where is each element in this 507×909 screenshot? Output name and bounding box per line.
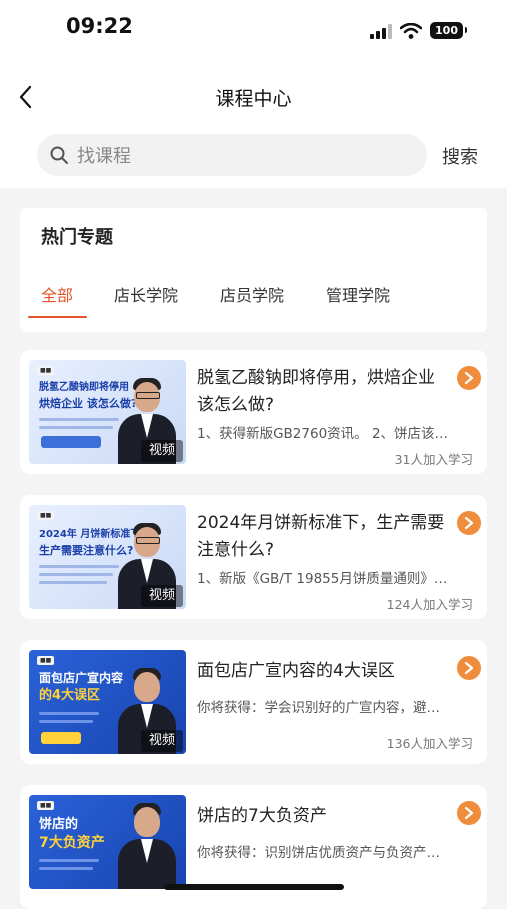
course-thumbnail: ■■ 2024年 月饼新标准下 生产需要注意什么? 视频 [29,505,186,609]
hot-topics-card: 热门专题 全部 店长学院 店员学院 管理学院 [20,208,487,332]
course-description: 1、获得新版GB2760资讯。 2、饼店该… [197,426,449,442]
video-badge: 视频 [141,585,183,607]
thumb-subheadline: 7大负资产 [39,835,105,851]
search-input[interactable] [75,134,419,178]
thumb-headline: 饼店的 [39,817,79,832]
chevron-right-icon[interactable] [457,366,481,390]
thumb-logo: ■■ [37,656,55,665]
course-title: 饼店的7大负资产 [197,806,327,826]
battery-icon: 100 [430,22,467,39]
course-thumbnail: ■■ 面包店广宣内容 的4大误区 视频 [29,650,186,754]
tab-all[interactable]: 全部 [41,282,73,306]
thumb-logo: ■■ [37,366,55,375]
course-card[interactable]: ■■ 面包店广宣内容 的4大误区 视频 面包店广宣内容的4大误区 你将获得：学会… [20,640,487,764]
course-description: 你将获得：学会识别好的广宣内容，避… [197,700,440,716]
tab-staff-academy[interactable]: 店员学院 [220,282,284,306]
thumb-line [39,867,93,870]
search-button[interactable]: 搜索 [442,143,478,169]
thumb-line [39,859,99,862]
thumb-bar [41,436,101,448]
course-description: 你将获得：识别饼店优质资产与负资产… [197,845,440,861]
home-indicator [164,884,344,890]
thumb-line [39,418,119,421]
enroll-count: 124人加入学习 [386,597,473,612]
enroll-count: 31人加入学习 [394,452,473,467]
course-thumbnail: ■■ 饼店的 7大负资产 [29,795,186,889]
search-icon [50,146,68,164]
top-header-area: 09:22 100 课程中心 搜索 [0,0,507,188]
status-icons: 100 [370,22,467,39]
course-card[interactable]: ■■ 饼店的 7大负资产 饼店的7大负资产 你将获得：识别饼店优质资产与负资产… [20,785,487,909]
thumb-line [39,712,99,715]
course-thumbnail: ■■ 脱氢乙酸钠即将停用 烘焙企业 该怎么做? 视频 [29,360,186,464]
course-description: 1、新版《GB/T 19855月饼质量通则》… [197,571,448,587]
status-time: 09:22 [66,14,133,38]
signal-icon [370,23,393,39]
course-title: 面包店广宣内容的4大误区 [197,661,395,681]
enroll-count: 136人加入学习 [386,736,473,751]
course-title: 脱氢乙酸钠即将停用，烘焙企业该怎么做? [197,368,435,415]
speaker-photo [116,803,178,889]
chevron-right-icon[interactable] [457,801,481,825]
thumb-line [39,581,107,584]
thumb-line [39,720,93,723]
thumb-logo: ■■ [37,801,55,810]
page-title: 课程中心 [215,88,292,110]
thumb-line [39,573,113,576]
wifi-icon [400,22,423,39]
active-tab-indicator [28,316,87,318]
chevron-right-icon[interactable] [457,656,481,680]
video-badge: 视频 [141,440,183,462]
course-card[interactable]: ■■ 2024年 月饼新标准下 生产需要注意什么? 视频 2024年月饼新标准下… [20,495,487,619]
hot-topics-title: 热门专题 [41,227,113,248]
tab-store-manager-academy[interactable]: 店长学院 [114,282,178,306]
thumb-bar [41,732,81,744]
course-title: 2024年月饼新标准下，生产需要注意什么? [197,513,445,560]
thumb-subheadline: 的4大误区 [39,688,101,703]
course-card[interactable]: ■■ 脱氢乙酸钠即将停用 烘焙企业 该怎么做? 视频 脱氢乙酸钠即将停用，烘焙企… [20,350,487,474]
video-badge: 视频 [141,730,183,752]
chevron-right-icon[interactable] [457,511,481,535]
tab-management-academy[interactable]: 管理学院 [326,282,390,306]
search-box[interactable] [37,134,427,178]
thumb-headline: 面包店广宣内容 [39,671,124,685]
thumb-line [39,565,119,568]
thumb-logo: ■■ [37,511,55,520]
thumb-line [39,426,113,429]
